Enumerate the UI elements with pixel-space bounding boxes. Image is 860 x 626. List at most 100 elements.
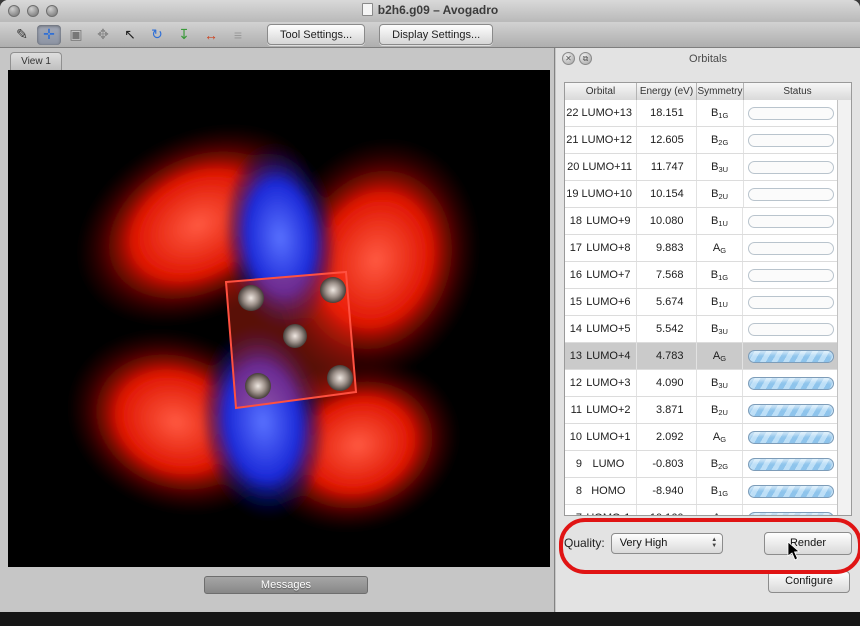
energy-value: 2.092 xyxy=(637,424,697,450)
status-progress-bar xyxy=(748,431,834,444)
manipulate-tool-icon[interactable]: ✥ xyxy=(91,25,115,45)
orbital-row[interactable]: 15LUMO+65.674B1U xyxy=(565,289,838,316)
orbital-label: LUMO+10 xyxy=(582,188,636,200)
orbital-label: LUMO+7 xyxy=(585,269,636,281)
row-number: 12 xyxy=(565,377,582,389)
status-progress-bar xyxy=(748,350,834,363)
symmetry-value: B1G xyxy=(697,478,744,504)
orbital-row[interactable]: 11LUMO+23.871B2U xyxy=(565,397,838,424)
orbital-label: LUMO+3 xyxy=(585,377,636,389)
orbital-label: HOMO-1 xyxy=(585,512,636,515)
document-icon xyxy=(362,3,373,16)
status-progress-bar xyxy=(748,323,834,336)
configure-button[interactable]: Configure xyxy=(768,571,850,593)
energy-value: 10.154 xyxy=(637,181,697,207)
orbital-label: LUMO+9 xyxy=(585,215,636,227)
orbital-label: LUMO xyxy=(585,458,636,470)
measure-tool-icon[interactable]: ↔ xyxy=(199,25,223,45)
orbital-row[interactable]: 22LUMO+1318.151B1G xyxy=(565,100,838,127)
energy-value: 10.080 xyxy=(637,208,697,234)
energy-value: -0.803 xyxy=(637,451,697,477)
quality-dropdown[interactable]: Very High ▲▼ xyxy=(611,533,723,554)
status-progress-bar xyxy=(748,107,834,120)
orbital-row[interactable]: 20LUMO+1111.747B3U xyxy=(565,154,838,181)
column-header-status[interactable]: Status xyxy=(744,83,851,100)
row-number: 16 xyxy=(565,269,582,281)
row-number: 15 xyxy=(565,296,582,308)
render-button[interactable]: Render xyxy=(764,532,852,555)
symmetry-value: AG xyxy=(697,235,744,261)
row-number: 22 xyxy=(565,107,579,119)
navigate-tool-icon[interactable]: ✛ xyxy=(37,25,61,45)
orbital-row[interactable]: 12LUMO+34.090B3U xyxy=(565,370,838,397)
symmetry-value: B1U xyxy=(697,289,744,315)
tool-settings-button[interactable]: Tool Settings... xyxy=(267,24,365,45)
orbital-label: LUMO+8 xyxy=(585,242,636,254)
row-number: 11 xyxy=(565,404,582,416)
messages-drawer-button[interactable]: Messages xyxy=(204,576,368,594)
orbital-row[interactable]: 10LUMO+12.092AG xyxy=(565,424,838,451)
orbital-row[interactable]: 18LUMO+910.080B1U xyxy=(565,208,838,235)
orbital-row[interactable]: 7HOMO-1-10.160AG xyxy=(565,505,838,515)
symmetry-value: B3U xyxy=(697,154,744,180)
orbital-row[interactable]: 9LUMO-0.803B2G xyxy=(565,451,838,478)
symmetry-value: B2U xyxy=(697,397,744,423)
symmetry-value: B1G xyxy=(697,262,744,288)
orbital-row[interactable]: 14LUMO+55.542B3U xyxy=(565,316,838,343)
orbital-label: HOMO xyxy=(585,485,636,497)
display-settings-button[interactable]: Display Settings... xyxy=(379,24,493,45)
row-number: 8 xyxy=(565,485,582,497)
energy-value: 7.568 xyxy=(637,262,697,288)
auto-optimize-tool-icon[interactable]: ↧ xyxy=(172,25,196,45)
row-number: 19 xyxy=(565,188,579,200)
auto-rotate-tool-icon[interactable]: ↻ xyxy=(145,25,169,45)
status-progress-bar xyxy=(748,134,834,147)
app-window: b2h6.g09 – Avogadro ✎✛▣✥↖↻↧↔≡ Tool Setti… xyxy=(0,0,860,626)
quality-row: Quality: Very High ▲▼ Render xyxy=(564,530,852,556)
quality-value: Very High xyxy=(612,537,707,549)
row-number: 14 xyxy=(565,323,582,335)
draw-tool-icon[interactable]: ✎ xyxy=(10,25,34,45)
orbital-row[interactable]: 16LUMO+77.568B1G xyxy=(565,262,838,289)
row-number: 10 xyxy=(565,431,582,443)
column-header-orbital[interactable]: Orbital xyxy=(565,83,637,100)
symmetry-value: AG xyxy=(697,424,744,450)
main-toolbar: ✎✛▣✥↖↻↧↔≡ Tool Settings... Display Setti… xyxy=(0,22,860,48)
status-progress-bar xyxy=(748,215,834,228)
row-number: 17 xyxy=(565,242,582,254)
panel-title: Orbitals xyxy=(556,53,860,65)
column-header-symmetry[interactable]: Symmetry xyxy=(697,83,744,100)
panel-divider xyxy=(554,48,555,612)
row-number: 7 xyxy=(565,512,582,515)
align-tool-icon[interactable]: ≡ xyxy=(226,25,250,45)
status-progress-bar xyxy=(748,377,834,390)
column-header-energy[interactable]: Energy (eV) xyxy=(637,83,697,100)
window-bottom-edge xyxy=(0,612,860,626)
orbital-row[interactable]: 19LUMO+1010.154B2U xyxy=(565,181,838,208)
symmetry-value: AG xyxy=(697,505,744,515)
view-tab[interactable]: View 1 xyxy=(10,52,62,71)
title-bar: b2h6.g09 – Avogadro xyxy=(0,0,860,23)
orbital-label: LUMO+13 xyxy=(582,107,636,119)
orbital-row[interactable]: 13LUMO+44.783AG xyxy=(565,343,838,370)
orbitals-table-header: Orbital Energy (eV) Symmetry Status xyxy=(565,83,851,101)
orbital-row[interactable]: 21LUMO+1212.605B2G xyxy=(565,127,838,154)
status-progress-bar xyxy=(748,296,834,309)
status-progress-bar xyxy=(748,458,834,471)
molecule-viewport[interactable] xyxy=(8,70,550,567)
symmetry-value: B1G xyxy=(697,100,744,126)
orbital-row[interactable]: 17LUMO+89.883AG xyxy=(565,235,838,262)
status-progress-bar xyxy=(748,269,834,282)
status-progress-bar xyxy=(748,404,834,417)
orbital-label: LUMO+12 xyxy=(582,134,636,146)
orbital-label: LUMO+5 xyxy=(585,323,636,335)
row-number: 21 xyxy=(565,134,579,146)
orbital-label: LUMO+6 xyxy=(585,296,636,308)
bond-centric-tool-icon[interactable]: ▣ xyxy=(64,25,88,45)
energy-value: 4.783 xyxy=(637,343,697,369)
selection-tool-icon[interactable]: ↖ xyxy=(118,25,142,45)
orbital-row[interactable]: 8HOMO-8.940B1G xyxy=(565,478,838,505)
table-scrollbar[interactable] xyxy=(837,100,851,515)
status-progress-bar xyxy=(748,485,834,498)
row-number: 18 xyxy=(565,215,582,227)
